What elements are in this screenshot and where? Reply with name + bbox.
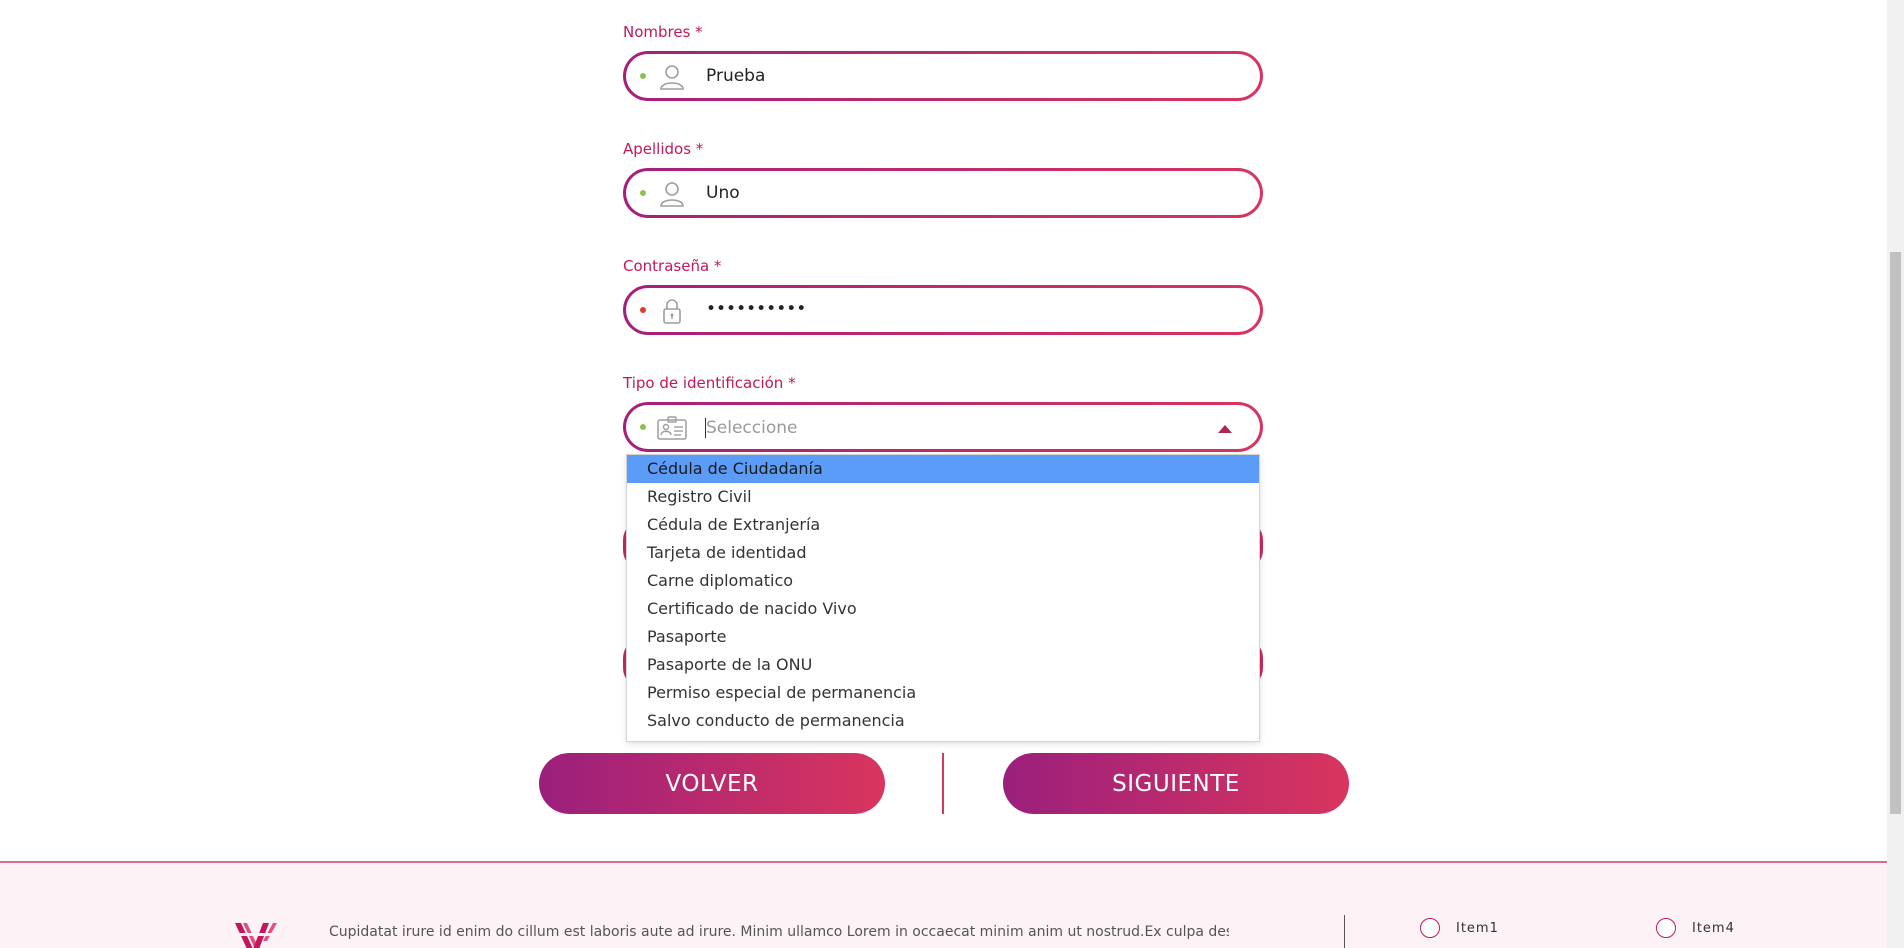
brand-logo (235, 923, 277, 948)
dropdown-option[interactable]: Registro Civil (627, 483, 1259, 511)
chevron-up-icon[interactable] (1218, 425, 1232, 433)
dropdown-option[interactable]: Certificado de nacido Vivo (627, 595, 1259, 623)
dropdown-option[interactable]: Tarjeta de identidad (627, 539, 1259, 567)
apellidos-field[interactable]: Uno (623, 168, 1263, 218)
footer: Cupidatat irure id enim do cillum est la… (0, 861, 1887, 948)
next-button[interactable]: SIGUIENTE (1003, 753, 1349, 814)
select-placeholder: Seleccione (706, 418, 798, 438)
apellidos-value: Uno (706, 183, 740, 203)
page-scrollbar[interactable] (1887, 0, 1904, 948)
lock-icon (663, 299, 681, 324)
dropdown-option[interactable]: Pasaporte de la ONU (627, 651, 1259, 679)
back-button[interactable]: VOLVER (539, 753, 885, 814)
dropdown-option[interactable]: Permiso especial de permanencia (627, 679, 1259, 707)
valid-indicator-dot (640, 73, 646, 79)
registration-page: Nombres * Prueba Apellidos * Uno Contras… (0, 0, 1904, 948)
password-value: •••••••••• (706, 299, 807, 319)
user-icon (660, 182, 684, 207)
footer-item-label: Item4 (1692, 920, 1735, 936)
dropdown-option[interactable]: Cédula de Extranjería (627, 511, 1259, 539)
invalid-indicator-dot (640, 307, 646, 313)
nombres-label: Nombres * (623, 23, 703, 41)
dropdown-option[interactable]: Pasaporte (627, 623, 1259, 651)
valid-indicator-dot (640, 424, 646, 430)
footer-item-label: Item1 (1456, 920, 1499, 936)
tipo-identificacion-label: Tipo de identificación * (623, 374, 796, 392)
contrasena-field[interactable]: •••••••••• (623, 285, 1263, 335)
radio-circle-icon[interactable] (1656, 918, 1676, 938)
user-icon (660, 65, 684, 90)
id-card-icon (657, 416, 687, 440)
dropdown-option[interactable]: Salvo conducto de permanencia (627, 707, 1259, 735)
scrollbar-thumb[interactable] (1890, 252, 1901, 814)
footer-description: Cupidatat irure id enim do cillum est la… (329, 924, 1229, 940)
identification-type-dropdown[interactable]: Cédula de Ciudadanía Registro Civil Cédu… (626, 454, 1260, 742)
footer-divider (1344, 915, 1345, 948)
contrasena-label: Contraseña * (623, 257, 722, 275)
footer-item-4[interactable]: Item4 (1656, 918, 1735, 938)
buttons-divider (942, 753, 944, 814)
nombres-value: Prueba (706, 66, 766, 86)
nombres-field[interactable]: Prueba (623, 51, 1263, 101)
dropdown-option[interactable]: Cédula de Ciudadanía (627, 455, 1259, 483)
dropdown-option[interactable]: Carne diplomatico (627, 567, 1259, 595)
valid-indicator-dot (640, 190, 646, 196)
apellidos-label: Apellidos * (623, 140, 704, 158)
radio-circle-icon[interactable] (1420, 918, 1440, 938)
footer-item-1[interactable]: Item1 (1420, 918, 1499, 938)
tipo-identificacion-select[interactable]: Seleccione (623, 402, 1263, 452)
